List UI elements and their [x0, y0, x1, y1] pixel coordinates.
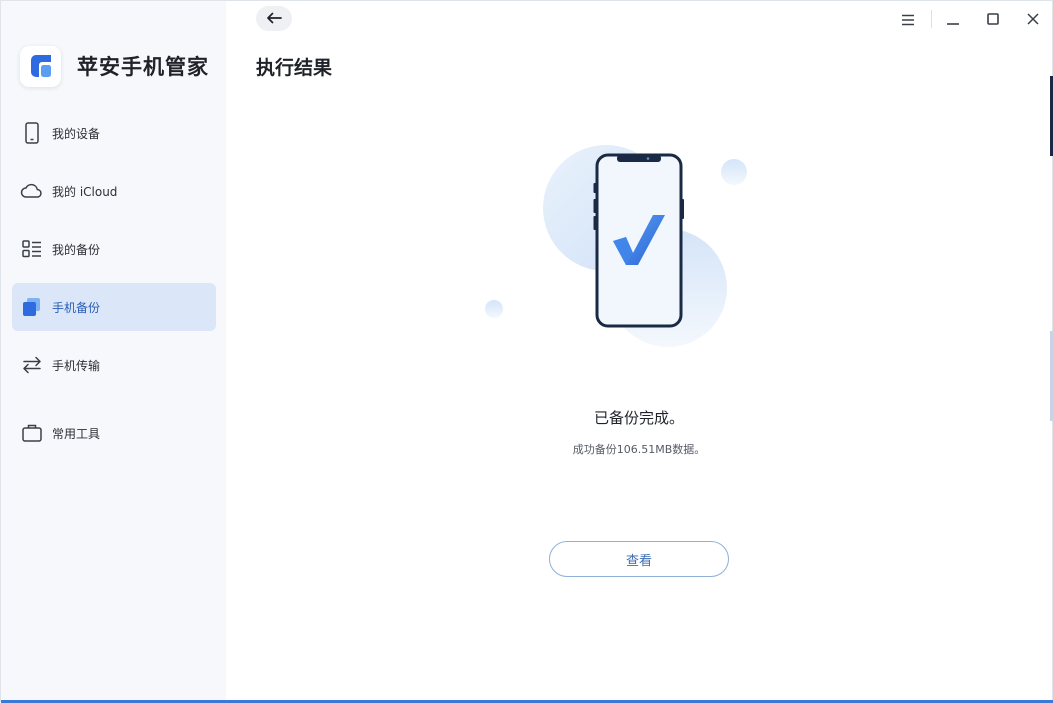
- phone-icon: [20, 121, 44, 145]
- phone-checkmark-icon: [485, 145, 747, 347]
- sidebar-item-label: 手机传输: [52, 358, 101, 373]
- arrow-left-icon: [266, 9, 282, 28]
- app-window: 苹安手机管家 我的设备 我的 iCloud 我的备份 手机备份 手机传输 常用工…: [0, 0, 1053, 703]
- menu-button[interactable]: [897, 9, 919, 31]
- sidebar-item-phone-backup[interactable]: 手机备份: [12, 283, 216, 331]
- page-title: 执行结果: [256, 57, 333, 79]
- menu-icon: [901, 11, 915, 30]
- sidebar-item-my-device[interactable]: 我的设备: [12, 109, 216, 157]
- controls-divider: [931, 10, 932, 28]
- backup-icon: [20, 295, 44, 319]
- close-icon: [1026, 11, 1040, 30]
- result-subtitle: 成功备份106.51MB数据。: [572, 443, 706, 456]
- sidebar-item-label: 手机备份: [52, 300, 101, 315]
- sidebar: 苹安手机管家 我的设备 我的 iCloud 我的备份 手机备份 手机传输 常用工…: [1, 1, 226, 703]
- transfer-arrows-icon: [20, 353, 44, 377]
- list-icon: [20, 237, 44, 261]
- back-button[interactable]: [256, 6, 292, 31]
- sidebar-item-label: 我的 iCloud: [52, 184, 118, 199]
- brand: 苹安手机管家: [20, 45, 209, 87]
- sidebar-item-label: 我的设备: [52, 126, 101, 141]
- view-button[interactable]: 查看: [549, 541, 729, 577]
- sidebar-item-label: 我的备份: [52, 242, 101, 257]
- app-name: 苹安手机管家: [77, 55, 209, 79]
- result-title: 已备份完成。: [593, 409, 684, 427]
- sidebar-item-my-icloud[interactable]: 我的 iCloud: [12, 167, 216, 215]
- minimize-button[interactable]: [942, 9, 964, 31]
- sidebar-item-my-backup[interactable]: 我的备份: [12, 225, 216, 273]
- maximize-button[interactable]: [982, 9, 1004, 31]
- cloud-icon: [20, 179, 44, 203]
- sidebar-item-phone-transfer[interactable]: 手机传输: [12, 341, 216, 389]
- maximize-icon: [986, 11, 1000, 30]
- app-logo-icon: [20, 45, 61, 87]
- minimize-icon: [946, 11, 960, 30]
- close-button[interactable]: [1022, 9, 1044, 31]
- backup-success-illustration: [481, 141, 761, 351]
